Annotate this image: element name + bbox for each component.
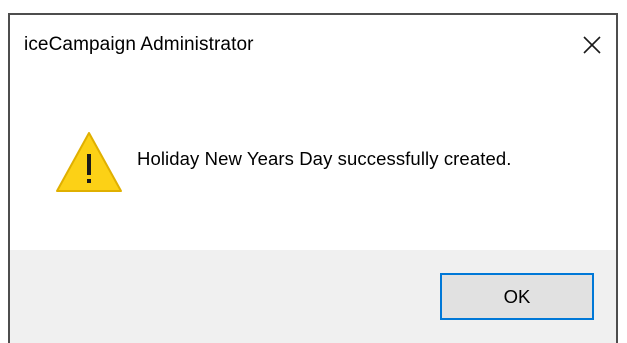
warning-icon xyxy=(56,132,122,192)
title-bar: iceCampaign Administrator xyxy=(10,15,616,75)
close-button[interactable] xyxy=(572,15,616,75)
dialog-content: Holiday New Years Day successfully creat… xyxy=(10,75,616,250)
message-dialog: iceCampaign Administrator Holiday New Ye… xyxy=(8,13,618,343)
window-title: iceCampaign Administrator xyxy=(24,34,254,55)
dialog-message: Holiday New Years Day successfully creat… xyxy=(137,148,512,169)
button-bar: OK xyxy=(10,250,616,343)
ok-button[interactable]: OK xyxy=(440,273,594,320)
close-icon xyxy=(583,36,601,54)
